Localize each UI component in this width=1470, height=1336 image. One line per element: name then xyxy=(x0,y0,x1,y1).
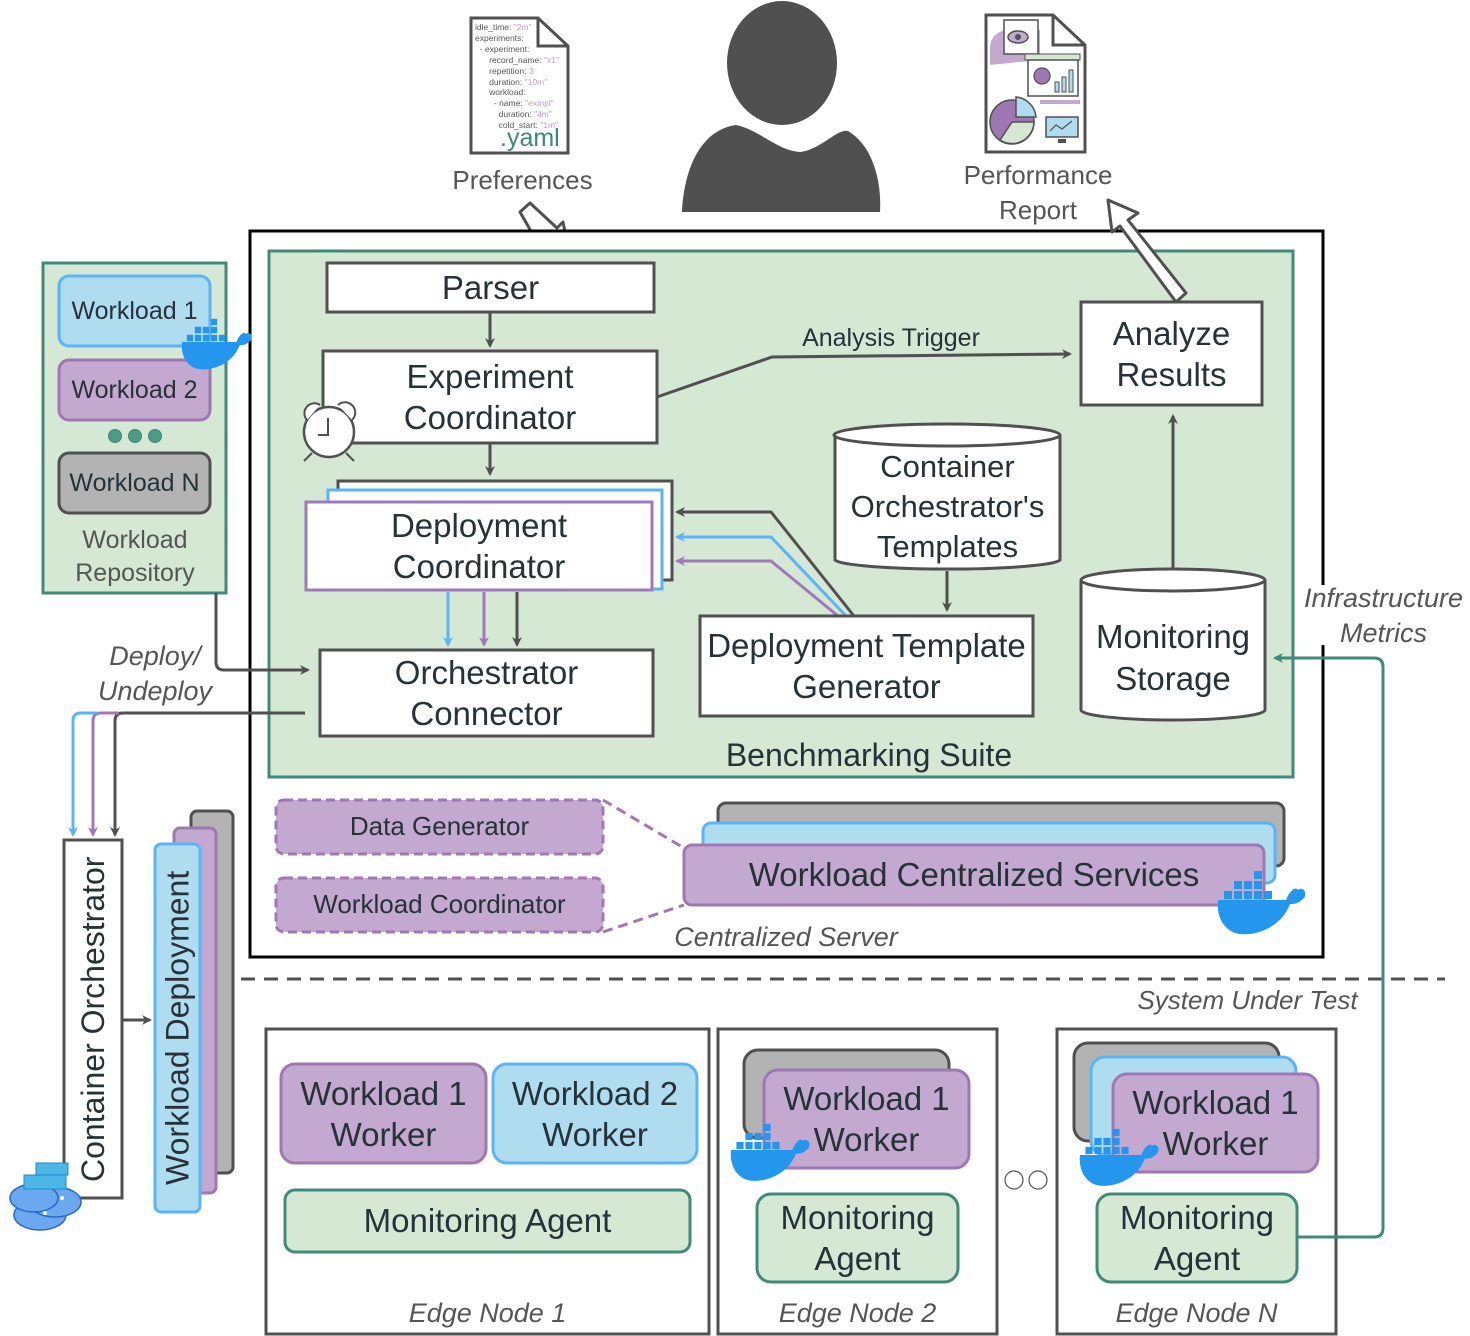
edge1-workload2-worker-label: Workload 2 Worker xyxy=(511,1074,679,1153)
edgen-workload1-worker-label: Workload 1 Worker xyxy=(1132,1084,1299,1162)
workload-coordinator-label: Workload Coordinator xyxy=(313,889,566,920)
performance-report-icon xyxy=(984,13,1087,154)
more-nodes-ellipsis xyxy=(1004,1170,1024,1190)
benchmarking-suite-label: Benchmarking Suite xyxy=(725,736,1013,773)
yaml-line: - experiment: xyxy=(475,44,559,55)
ellipsis-dot xyxy=(148,429,162,443)
yaml-line: record_name: "x1" xyxy=(475,55,559,66)
edge-node-n-label: Edge Node N xyxy=(1115,1297,1278,1328)
preferences-label: Preferences xyxy=(452,165,593,196)
analysis-trigger-label: Analysis Trigger xyxy=(802,324,980,352)
yaml-key: - experiment: xyxy=(475,43,530,54)
edgen-monitoring-agent-label: Monitoring Agent xyxy=(1119,1199,1275,1277)
yaml-value: "2m" xyxy=(513,22,532,32)
yaml-line: repetition: 3 xyxy=(475,66,559,77)
data-generator-label: Data Generator xyxy=(349,811,530,842)
ellipsis-dot xyxy=(108,429,122,443)
edge1-workload1-worker-label: Workload 1 Worker xyxy=(300,1074,467,1153)
repo-workload-2-label: Workload 2 xyxy=(71,376,198,404)
more-nodes-ellipsis xyxy=(1028,1170,1048,1190)
container-orchestrator-label: Container Orchestrator xyxy=(74,856,111,1182)
yaml-key: duration: xyxy=(475,109,535,120)
yaml-key: idle_time: xyxy=(475,22,514,32)
yaml-line: - name: "exmpl" xyxy=(475,98,559,109)
yaml-value: "exmpl" xyxy=(525,98,554,109)
parser-label: Parser xyxy=(441,268,540,306)
yaml-content: idle_time: "2m" experiments: - experiment… xyxy=(475,22,559,131)
yaml-key: repetition: xyxy=(475,65,529,76)
templates-db-label: Container Orchestrator's Templates xyxy=(850,449,1045,564)
workload-deployment-label: Workload Deployment xyxy=(159,870,196,1186)
workload-repository-label: Workload Repository xyxy=(75,526,195,587)
system-under-test-label: System Under Test xyxy=(1137,985,1358,1016)
edge-node-1-label: Edge Node 1 xyxy=(408,1297,567,1328)
yaml-key: workload: xyxy=(475,87,526,98)
analyze-results-label: Analyze Results xyxy=(1112,314,1231,393)
edge2-workload1-worker-label: Workload 1 Worker xyxy=(783,1080,950,1158)
edge2-monitoring-agent-label: Monitoring Agent xyxy=(780,1199,935,1277)
centralized-server-label: Centralized Server xyxy=(674,921,898,952)
edge-node-2-label: Edge Node 2 xyxy=(778,1297,937,1328)
yaml-key: - name: xyxy=(475,98,526,109)
yaml-key: record_name: xyxy=(475,54,544,65)
yaml-value: 3 xyxy=(528,65,534,76)
centralized-services-label: Workload Centralized Services xyxy=(748,856,1200,894)
yaml-line: workload: xyxy=(475,87,559,98)
template-generator-label: Deployment Template Generator xyxy=(707,627,1026,705)
repo-workload-n-label: Workload N xyxy=(69,469,200,497)
yaml-key: duration: xyxy=(475,76,525,87)
edge1-monitoring-agent-label: Monitoring Agent xyxy=(363,1202,612,1240)
orchestrator-connector-label: Orchestrator Connector xyxy=(394,654,579,732)
yaml-line: experiments: xyxy=(475,33,559,44)
yaml-extension-label: .yaml xyxy=(500,124,560,152)
yaml-value: "x1" xyxy=(543,54,559,65)
yaml-value: "10m" xyxy=(524,76,548,87)
user-icon xyxy=(682,1,881,212)
yaml-key: experiments: xyxy=(475,32,524,43)
yaml-value: "4m" xyxy=(534,109,552,120)
performance-report-label: Performance Report xyxy=(963,160,1113,225)
infrastructure-metrics-label: Infrastructure Metrics xyxy=(1303,583,1464,648)
repo-workload-1-label: Workload 1 xyxy=(71,297,198,325)
yaml-line: idle_time: "2m" xyxy=(475,22,559,33)
yaml-line: duration: "10m" xyxy=(475,77,559,88)
monitoring-storage-label: Monitoring Storage xyxy=(1095,617,1251,697)
yaml-line: duration: "4m" xyxy=(475,109,559,120)
experiment-coordinator-label: Experiment Coordinator xyxy=(403,358,577,436)
deploy-undeploy-label: Deploy/ Undeploy xyxy=(97,641,213,706)
deployment-coordinator-label: Deployment Coordinator xyxy=(390,507,568,585)
ellipsis-dot xyxy=(128,429,142,443)
